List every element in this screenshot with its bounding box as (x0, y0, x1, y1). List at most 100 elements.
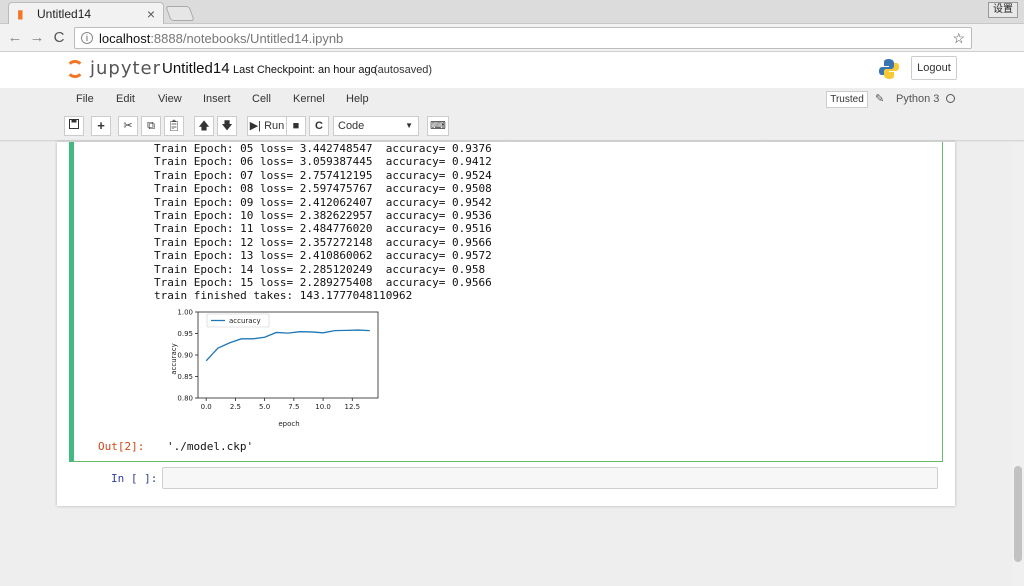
arrow-up-icon: 🡅 (198, 120, 210, 132)
move-down-button[interactable]: 🡇 (217, 116, 237, 136)
edit-pencil-icon[interactable]: ✎ (875, 92, 884, 105)
command-palette-button[interactable]: ⌨ (427, 116, 449, 136)
kernel-idle-icon (946, 94, 955, 103)
url-path: :8888/notebooks/Untitled14.ipynb (150, 30, 344, 46)
output-line: Train Epoch: 10 loss= 2.382622957 accura… (154, 209, 492, 223)
menu-view[interactable]: View (158, 93, 182, 105)
scrollbar-thumb[interactable] (1014, 466, 1022, 562)
browser-tab[interactable]: ▮ Untitled14 × (8, 2, 164, 24)
menu-insert[interactable]: Insert (203, 93, 231, 105)
cell-type-select[interactable]: Code ▼ (333, 116, 419, 136)
x-tick-label: 0.0 (201, 403, 212, 411)
menu-help[interactable]: Help (346, 93, 369, 105)
last-checkpoint: Last Checkpoint: an hour ago (233, 64, 377, 76)
tab-title: Untitled14 (37, 6, 92, 21)
copy-icon: ⧉ (147, 120, 155, 132)
kernel-name: Python 3 (896, 93, 940, 105)
cell-type-value: Code (338, 120, 365, 132)
menu-edit[interactable]: Edit (116, 93, 135, 105)
y-axis-ticks: 0.80 0.85 0.90 0.95 1.00 (177, 309, 198, 403)
output-line: Train Epoch: 12 loss= 2.357272148 accura… (154, 235, 492, 249)
keyboard-icon: ⌨ (430, 120, 446, 132)
jupyter-logo[interactable]: jupyter (66, 58, 161, 79)
y-tick-label: 0.85 (177, 373, 193, 381)
menu-kernel[interactable]: Kernel (293, 93, 325, 105)
back-arrow-icon[interactable]: ← (4, 29, 26, 46)
tab-close-icon[interactable]: × (147, 6, 155, 22)
cell-output-text: Train Epoch: 05 loss= 3.442748547 accura… (154, 142, 492, 303)
output-line: Train Epoch: 15 loss= 2.289275408 accura… (154, 276, 492, 290)
empty-code-cell[interactable]: In [ ]: (74, 466, 943, 492)
y-axis-label: accuracy (170, 343, 178, 375)
browser-address-bar: ← → C i localhost:8888/notebooks/Untitle… (0, 24, 1024, 69)
x-tick-label: 2.5 (230, 403, 241, 411)
new-tab-button[interactable] (165, 6, 195, 21)
y-tick-label: 0.80 (177, 395, 193, 403)
logout-button[interactable]: Logout (911, 56, 957, 80)
x-tick-label: 5.0 (259, 403, 270, 411)
y-tick-label: 0.95 (177, 330, 193, 338)
paste-button[interactable]: 📋︎ (164, 116, 184, 136)
restart-button[interactable]: C (309, 116, 329, 136)
y-tick-label: 1.00 (177, 309, 193, 317)
accuracy-chart: 0.80 0.85 0.90 0.95 1.00 0.0 2.5 5.0 7.5 10.0 12.… (170, 309, 379, 428)
output-line: Train Epoch: 05 loss= 3.442748547 accura… (154, 142, 492, 155)
output-line: Train Epoch: 11 loss= 2.484776020 accura… (154, 222, 492, 236)
run-icon: ▶| (249, 120, 262, 132)
arrow-down-icon: 🡇 (221, 120, 233, 132)
y-tick-label: 0.90 (177, 352, 193, 360)
url-host: localhost (99, 30, 151, 46)
out-prompt: Out[2]: (98, 440, 145, 453)
output-line: Train Epoch: 09 loss= 2.412062407 accura… (154, 195, 492, 209)
stop-button[interactable]: ■ (286, 116, 306, 136)
python-logo-icon (879, 59, 899, 79)
x-axis-label: epoch (278, 420, 299, 428)
notebook-name[interactable]: Untitled14 (162, 60, 230, 77)
browser-tab-bar: ▮ Untitled14 × 设置 (0, 0, 1024, 24)
stop-icon: ■ (292, 120, 300, 132)
bookmark-star-icon[interactable]: ☆ (952, 30, 965, 47)
notebook-toolbar: + ✂ ⧉ 📋︎ 🡅 🡇 ▶| Run ■ C Code ▼ ⌨ (63, 116, 963, 138)
restart-icon: C (315, 120, 323, 132)
output-line: Train Epoch: 14 loss= 2.285120249 accura… (154, 262, 486, 276)
jupyter-header: jupyter Untitled14 Last Checkpoint: an h… (0, 52, 1024, 88)
output-line: train finished takes: 143.1777048110962 (154, 289, 413, 303)
trusted-badge[interactable]: Trusted (826, 91, 868, 108)
plus-icon: + (97, 118, 105, 133)
add-cell-button[interactable]: + (91, 116, 111, 136)
output-line: Train Epoch: 08 loss= 2.597475767 accura… (154, 182, 492, 196)
paste-icon: 📋︎ (167, 120, 181, 132)
copy-button[interactable]: ⧉ (141, 116, 161, 136)
x-tick-label: 7.5 (288, 403, 299, 411)
output-line: Train Epoch: 06 loss= 3.059387445 accura… (154, 155, 492, 169)
jupyter-logo-text: jupyter (90, 58, 162, 79)
url-input[interactable]: i localhost:8888/notebooks/Untitled14.ip… (74, 27, 972, 49)
cut-icon: ✂ (123, 120, 133, 132)
out-value: './model.ckp' (167, 440, 254, 453)
window-control-button[interactable]: 设置 (988, 2, 1018, 18)
notebook-container: Train Epoch: 05 loss= 3.442748547 accura… (57, 142, 955, 506)
code-input[interactable] (162, 467, 938, 489)
x-tick-label: 10.0 (315, 403, 331, 411)
x-axis-ticks: 0.0 2.5 5.0 7.5 10.0 12.5 (201, 398, 360, 411)
output-line: Train Epoch: 13 loss= 2.410860062 accura… (154, 249, 492, 263)
run-button[interactable]: ▶| Run (247, 116, 287, 136)
run-label: Run (264, 120, 285, 132)
move-up-button[interactable]: 🡅 (194, 116, 214, 136)
save-button[interactable] (64, 116, 84, 136)
info-icon[interactable]: i (81, 32, 93, 44)
page-scrollbar[interactable] (1012, 142, 1024, 586)
forward-arrow-icon[interactable]: → (26, 29, 48, 46)
in-prompt: In [ ]: (111, 472, 158, 485)
jupyter-favicon-icon: ▮ (17, 6, 24, 21)
x-tick-label: 12.5 (344, 403, 360, 411)
menu-cell[interactable]: Cell (252, 93, 271, 105)
jupyter-logo-icon (66, 59, 84, 78)
notebook-menubar: File Edit View Insert Cell Kernel Help T… (63, 88, 963, 112)
save-icon (69, 119, 79, 129)
legend-label: accuracy (229, 317, 261, 325)
menu-file[interactable]: File (76, 93, 94, 105)
cut-button[interactable]: ✂ (118, 116, 138, 136)
reload-icon[interactable]: C (48, 29, 70, 46)
legend: accuracy (206, 313, 270, 328)
